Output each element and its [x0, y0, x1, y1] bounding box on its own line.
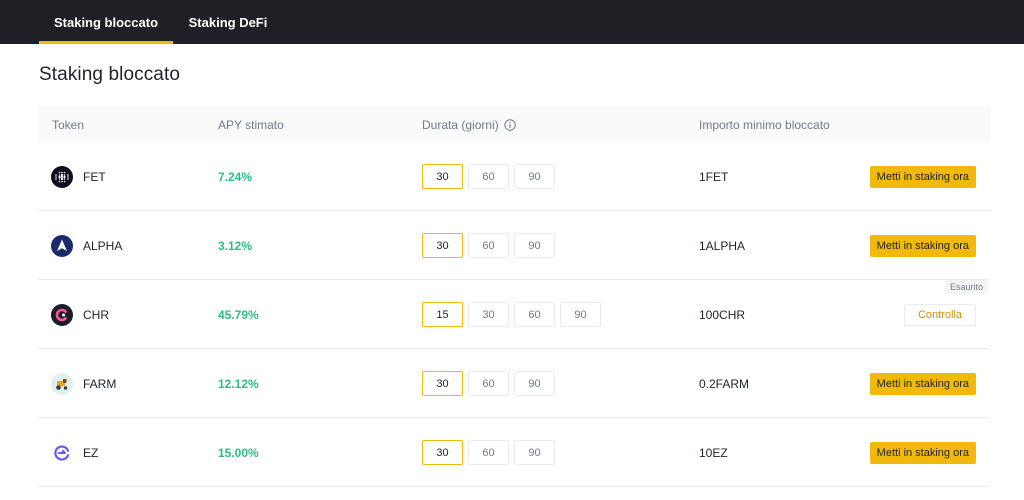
- table-body: FET 7.24% 30 60 90 1FET Metti in staking o…: [38, 142, 990, 487]
- min-amount-value: 1ALPHA: [699, 238, 746, 253]
- column-header-min-amount: Importo minimo bloccato: [699, 117, 830, 132]
- table-row: FARM 12.12% 30 60 90 0.2FARM Metti in stak…: [38, 349, 990, 418]
- alpha-coin-icon: [51, 234, 73, 257]
- token-cell: CHR: [51, 280, 109, 349]
- stake-now-button[interactable]: Metti in staking ora: [869, 165, 976, 188]
- duration-option-30[interactable]: 30: [422, 371, 463, 396]
- duration-option-90[interactable]: 90: [514, 233, 555, 258]
- token-symbol: ALPHA: [83, 238, 123, 253]
- token-cell: FARM: [51, 349, 116, 418]
- token-symbol: EZ: [83, 445, 99, 460]
- active-tab-indicator: [39, 41, 173, 44]
- table-row: ALPHA 3.12% 30 60 90 1ALPHA Metti in staki…: [38, 211, 990, 280]
- farm-coin-icon: [51, 372, 73, 395]
- duration-option-90[interactable]: 90: [560, 302, 601, 327]
- table-row: FET 7.24% 30 60 90 1FET Metti in staking o…: [38, 142, 990, 211]
- duration-option-90[interactable]: 90: [514, 371, 555, 396]
- column-header-token: Token: [52, 117, 85, 132]
- duration-option-30[interactable]: 30: [422, 233, 463, 258]
- column-header-duration-label: Durata (giorni): [422, 117, 499, 132]
- sold-out-badge: Esaurito: [944, 280, 988, 294]
- duration-option-60[interactable]: 60: [468, 164, 509, 189]
- tab-staking-bloccato[interactable]: Staking bloccato: [39, 0, 173, 44]
- column-header-apy: APY stimato: [218, 117, 284, 132]
- stake-now-button[interactable]: Metti in staking ora: [869, 441, 976, 464]
- apy-value: 7.24%: [218, 169, 253, 184]
- tab-staking-defi[interactable]: Staking DeFi: [173, 0, 283, 44]
- token-cell: FET: [51, 142, 106, 211]
- info-icon[interactable]: [504, 118, 516, 131]
- token-symbol: CHR: [83, 307, 109, 322]
- chr-coin-icon: [51, 303, 73, 326]
- stake-now-button[interactable]: Metti in staking ora: [869, 372, 976, 395]
- duration-option-60[interactable]: 60: [514, 302, 555, 327]
- top-nav-bar: Staking bloccato Staking DeFi: [0, 0, 1024, 44]
- apy-value: 15.00%: [218, 445, 259, 460]
- duration-option-90[interactable]: 90: [514, 440, 555, 465]
- table-row: EZ 15.00% 30 60 90 10EZ Metti in staking o…: [38, 418, 990, 487]
- fet-coin-icon: [51, 165, 73, 188]
- duration-option-60[interactable]: 60: [468, 371, 509, 396]
- apy-value: 45.79%: [218, 307, 259, 322]
- token-symbol: FARM: [83, 376, 117, 391]
- min-amount-value: 1FET: [699, 169, 729, 184]
- table-row: CHR 45.79% 15 30 60 90 100CHR Controlla Esau…: [38, 280, 990, 349]
- ez-coin-icon: [51, 441, 73, 464]
- duration-options: 30 60 90: [422, 418, 560, 487]
- duration-option-15[interactable]: 15: [422, 302, 463, 327]
- column-header-duration: Durata (giorni): [422, 107, 516, 142]
- duration-option-30[interactable]: 30: [422, 440, 463, 465]
- min-amount-value: 0.2FARM: [699, 376, 750, 391]
- apy-value: 12.12%: [218, 376, 259, 391]
- action-cell: Metti in staking ora: [869, 418, 976, 487]
- duration-options: 30 60 90: [422, 211, 560, 280]
- apy-value: 3.12%: [218, 238, 253, 253]
- stake-now-button[interactable]: Metti in staking ora: [869, 234, 976, 257]
- action-cell: Metti in staking ora: [869, 142, 976, 211]
- action-cell: Metti in staking ora: [869, 349, 976, 418]
- action-cell: Metti in staking ora: [869, 211, 976, 280]
- duration-option-30[interactable]: 30: [468, 302, 509, 327]
- duration-option-60[interactable]: 60: [468, 440, 509, 465]
- check-button[interactable]: Controlla: [904, 303, 976, 326]
- staking-table: Token APY stimato Durata (giorni) Import…: [38, 107, 990, 487]
- min-amount-value: 10EZ: [699, 445, 728, 460]
- table-header: Token APY stimato Durata (giorni) Import…: [38, 107, 990, 142]
- token-cell: ALPHA: [51, 211, 122, 280]
- duration-options: 30 60 90: [422, 142, 560, 211]
- page-title: Staking bloccato: [39, 64, 181, 85]
- duration-options: 15 30 60 90: [422, 280, 606, 349]
- duration-option-60[interactable]: 60: [468, 233, 509, 258]
- duration-option-90[interactable]: 90: [514, 164, 555, 189]
- token-cell: EZ: [51, 418, 98, 487]
- duration-options: 30 60 90: [422, 349, 560, 418]
- min-amount-value: 100CHR: [699, 307, 746, 322]
- duration-option-30[interactable]: 30: [422, 164, 463, 189]
- token-symbol: FET: [83, 169, 106, 184]
